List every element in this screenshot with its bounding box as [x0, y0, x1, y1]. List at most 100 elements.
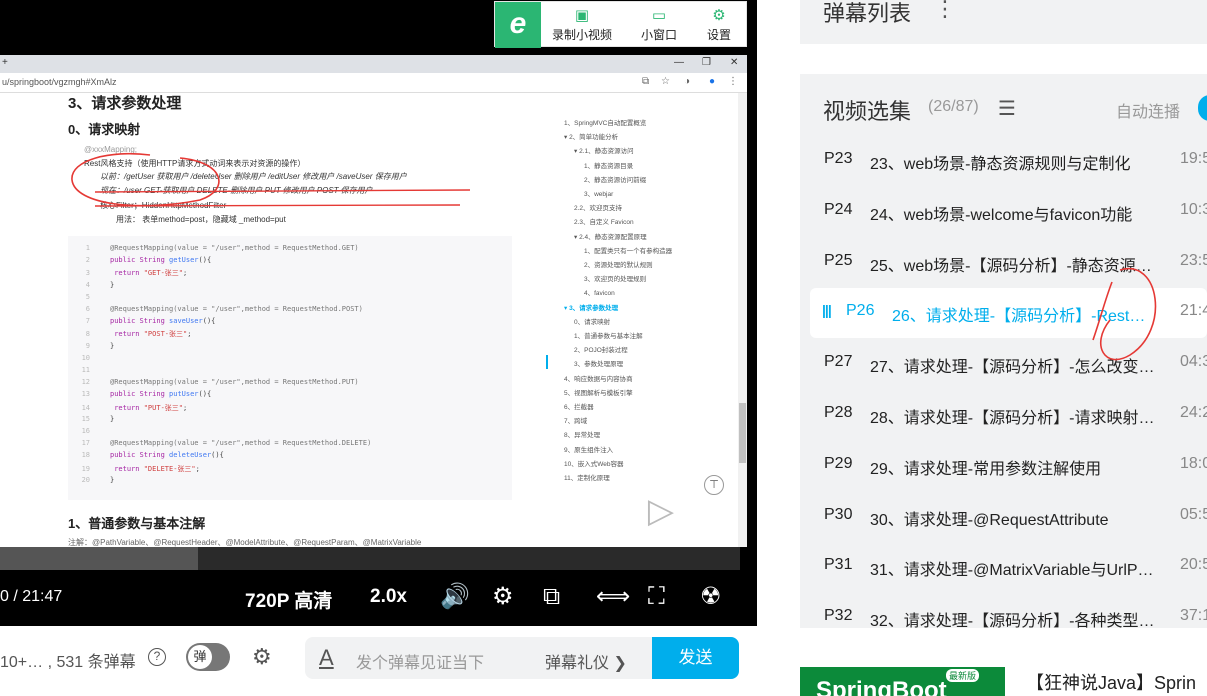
toc-item[interactable]: 5、视图解析与模板引擎 — [564, 387, 633, 397]
episode-code: P27 — [824, 353, 853, 371]
code-token: (){ — [198, 390, 212, 399]
scroll-top-icon[interactable]: ⊤ — [704, 475, 724, 495]
code-token: } — [110, 475, 115, 484]
volume-icon[interactable]: 🔊 — [440, 584, 470, 610]
doc-bullet: 用法： 表单method=post，隐藏域 _method=put — [116, 215, 286, 224]
mini-label: 小窗口 — [640, 28, 677, 42]
episode-duration: 21:4 — [1180, 302, 1207, 320]
doc-bullet: 现在：/user GET-获取用户 DELETE-删除用户 PUT-修改用户 P… — [100, 186, 373, 195]
recorded-document: 3、请求参数处理 0、请求映射 @xxxMapping; Rest风格支持（使用… — [0, 93, 540, 547]
code-line: 4} — [68, 281, 512, 293]
episode-duration: 37:1 — [1180, 607, 1207, 625]
toc-item[interactable]: 2.2、欢迎页支持 — [574, 202, 622, 212]
episode-item[interactable]: P24 24、web场景-welcome与favicon功能 10:3 — [810, 187, 1207, 237]
episode-item[interactable]: P32 32、请求处理-【源码分析】-各种类型… 37:1 — [810, 593, 1207, 628]
toc-item[interactable]: 11、定制化原理 — [564, 472, 610, 482]
toc-item[interactable]: 10、嵌入式Web容器 — [564, 458, 623, 468]
play-icon[interactable]: ▷ — [622, 478, 700, 544]
toc-item[interactable]: ▾ 2.4、静态资源配置原理 — [574, 231, 647, 241]
pip-icon[interactable]: ⧉ — [543, 584, 560, 610]
episode-code: P30 — [824, 505, 853, 523]
toc-item[interactable]: 1、普通参数与基本注解 — [574, 330, 643, 340]
quality-button[interactable]: 720P 高清 — [245, 586, 332, 613]
record-clip-button[interactable]: ▣ 录制小视频 — [549, 6, 615, 46]
episode-item[interactable]: P28 28、请求处理-【源码分析】-请求映射… 24:2 — [810, 390, 1207, 440]
danmaku-settings-icon[interactable]: ⚙ — [252, 644, 272, 670]
toc-item[interactable]: 0、请求映射 — [574, 316, 610, 326]
playlist-title: 视频选集 — [823, 99, 912, 124]
code-token: putUser — [169, 390, 199, 399]
toc-item[interactable]: 9、原生组件注入 — [564, 444, 613, 454]
toc-item[interactable]: 2、静态资源访问前缀 — [584, 174, 646, 184]
toc-item[interactable]: 1、静态资源目录 — [584, 160, 633, 170]
episode-code: P32 — [824, 607, 853, 625]
episode-item[interactable]: P31 31、请求处理-@MatrixVariable与UrlP… 20:5 — [810, 542, 1207, 592]
episode-item[interactable]: P29 29、请求处理-常用参数注解使用 18:0 — [810, 441, 1207, 491]
episode-duration: 23:5 — [1180, 251, 1207, 269]
episode-item[interactable]: P25 25、web场景-【源码分析】-静态资源… 23:5 — [810, 238, 1207, 288]
code-line: 13 public String putUser(){ — [68, 390, 512, 402]
toc-item[interactable]: 3、参数处理原理 — [574, 358, 623, 368]
danmaku-etiquette-link[interactable]: 弹幕礼仪 ❯ — [545, 649, 627, 673]
code-line: 5 — [68, 293, 512, 305]
recorded-browser-titlebar: + — ❐ ✕ — [0, 55, 747, 73]
send-button[interactable]: 发送 — [652, 637, 739, 679]
doc-heading: 3、请求参数处理 — [68, 95, 182, 112]
toc-item[interactable]: 1、SpringMVC自动配置概览 — [564, 117, 646, 127]
recommend-title[interactable]: 【狂神说Java】Sprin — [1026, 669, 1196, 695]
video-player[interactable]: + — ❐ ✕ u/springboot/vgzmgh#XmAlz ⧉ ☆ ◑ … — [0, 0, 757, 626]
toc-item[interactable]: 6、拦截器 — [564, 401, 594, 411]
code-line: 10 — [68, 354, 512, 366]
episode-item[interactable]: ||| P26 26、请求处理-【源码分析】-Rest… 21:4 — [810, 288, 1207, 339]
toc-item[interactable]: 2.3、自定义 Favicon — [574, 216, 634, 226]
code-token: } — [110, 341, 115, 350]
line-number: 18 — [81, 451, 90, 460]
danmaku-list-header[interactable]: 弹幕列表 ⋮ — [800, 0, 1207, 44]
code-token: "POST-张三" — [143, 330, 188, 339]
widescreen-icon[interactable]: ⟺ — [596, 584, 630, 610]
toc-item[interactable]: 7、跨域 — [564, 415, 587, 425]
toc-item[interactable]: 3、欢迎页的处理规则 — [584, 273, 646, 283]
toc-item[interactable]: 1、配置类只有一个有参构造器 — [584, 245, 672, 255]
thumb-text: SpringBoot — [816, 677, 947, 696]
toc-item[interactable]: 8、异常处理 — [564, 429, 600, 439]
code-line: 11 — [68, 366, 512, 378]
toc-item[interactable]: 4、favicon — [584, 287, 615, 297]
more-icon[interactable]: ⋮ — [934, 0, 956, 22]
help-icon[interactable]: ? — [148, 648, 166, 666]
playlist: 视频选集 (26/87) ☰ 自动连播 P23 23、web场景-静态资源规则与定… — [800, 74, 1207, 628]
toc-item[interactable]: 4、响应数据与内容协商 — [564, 373, 633, 383]
danmaku-input[interactable]: A 发个弹幕见证当下 弹幕礼仪 ❯ — [305, 637, 653, 679]
toc-item[interactable]: ▾ 2.1、静态资源访问 — [574, 145, 634, 155]
danmaku-toggle[interactable]: 弹 — [186, 643, 230, 671]
episode-item[interactable]: P27 27、请求处理-【源码分析】-怎么改变… 04:3 — [810, 339, 1207, 389]
toc-item[interactable]: 2、资源处理的默认规则 — [584, 259, 653, 269]
autoplay-switch[interactable] — [1198, 95, 1207, 121]
toc-item[interactable]: 2、POJO封装过程 — [574, 344, 628, 354]
toc-item[interactable]: ▾ 3、请求参数处理 — [564, 302, 618, 312]
recommend-thumbnail[interactable]: SpringBoot 最新版 — [800, 667, 1005, 696]
settings-button[interactable]: ⚙ 设置 — [701, 6, 737, 46]
recommend-item[interactable]: SpringBoot 最新版 【狂神说Java】Sprin — [800, 667, 1207, 696]
buffered-bar — [0, 547, 198, 570]
line-number: 14 — [81, 403, 90, 412]
toc-item[interactable]: 3、webjar — [584, 188, 613, 198]
line-number: 17 — [81, 439, 90, 448]
episode-title: 31、请求处理-@MatrixVariable与UrlP… — [870, 562, 1154, 580]
toc-item[interactable]: ▾ 2、简单功能分析 — [564, 131, 618, 141]
progress-bar[interactable] — [0, 547, 740, 570]
font-style-icon[interactable]: A — [319, 645, 334, 671]
thumb-badge: 最新版 — [946, 669, 980, 682]
radiation-icon[interactable]: ☢ — [700, 584, 722, 610]
list-view-icon[interactable]: ☰ — [998, 96, 1016, 121]
episode-item[interactable]: P23 23、web场景-静态资源规则与定制化 19:5 — [810, 136, 1207, 186]
speed-button[interactable]: 2.0x — [370, 586, 407, 608]
video-frame[interactable]: + — ❐ ✕ u/springboot/vgzmgh#XmAlz ⧉ ☆ ◑ … — [0, 55, 747, 547]
doc-bullet: 核心Filter；HiddenHttpMethodFilter — [100, 201, 227, 210]
mini-window-button[interactable]: ▭ 小窗口 — [635, 6, 683, 46]
line-number: 13 — [81, 390, 90, 399]
episode-code: P23 — [824, 150, 853, 167]
episode-item[interactable]: P30 30、请求处理-@RequestAttribute 05:5 — [810, 492, 1207, 542]
fullscreen-icon[interactable]: ⛶ — [648, 584, 665, 610]
gear-icon[interactable]: ⚙ — [492, 584, 514, 610]
